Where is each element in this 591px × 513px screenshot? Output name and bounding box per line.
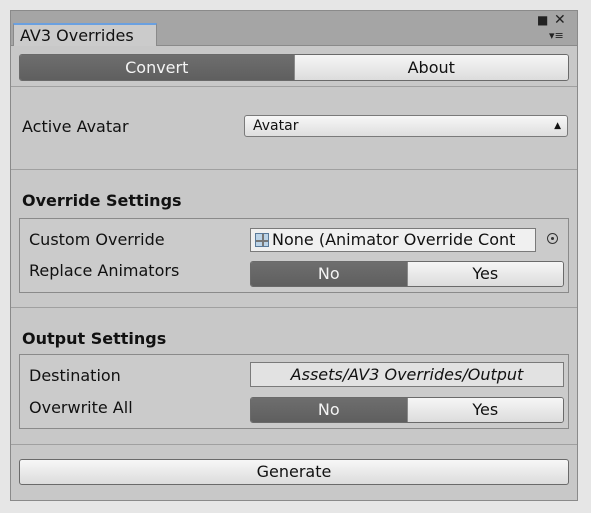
window-tab-label: AV3 Overrides [20,26,134,45]
animator-override-icon [255,233,269,247]
context-menu-icon[interactable]: ▾≡ [549,29,564,42]
generate-button[interactable]: Generate [19,459,569,485]
override-settings-header: Override Settings [22,191,182,210]
active-avatar-label: Active Avatar [22,117,129,136]
output-settings-header: Output Settings [22,329,167,348]
custom-override-field[interactable]: None (Animator Override Cont [250,228,536,252]
custom-override-label: Custom Override [29,230,165,249]
tab-about[interactable]: About [293,55,568,80]
tab-convert[interactable]: Convert [20,55,294,80]
window-titlebar: AV3 Overrides ■ ✕ ▾≡ [11,11,577,46]
overwrite-all-no[interactable]: No [251,398,407,422]
overwrite-all-label: Overwrite All [29,398,133,417]
overwrite-all-yes[interactable]: Yes [406,398,563,422]
divider [11,444,577,445]
active-avatar-dropdown[interactable]: Avatar ▲ [244,115,568,137]
window-tab[interactable]: AV3 Overrides [13,23,157,46]
divider [11,86,577,87]
divider [11,169,577,170]
av3-overrides-window: AV3 Overrides ■ ✕ ▾≡ Convert About Activ… [10,10,578,501]
replace-animators-no[interactable]: No [251,262,407,286]
replace-animators-label: Replace Animators [29,261,180,280]
replace-animators-toggle: No Yes [250,261,564,287]
object-picker-icon[interactable] [547,233,558,244]
main-tab-bar: Convert About [19,54,569,81]
close-icon[interactable]: ✕ [554,12,566,28]
overwrite-all-toggle: No Yes [250,397,564,423]
custom-override-value: None (Animator Override Cont [272,230,516,249]
active-avatar-value: Avatar [253,118,299,134]
divider [11,307,577,308]
destination-label: Destination [29,366,121,385]
replace-animators-yes[interactable]: Yes [406,262,563,286]
destination-field[interactable]: Assets/AV3 Overrides/Output [250,362,564,387]
destination-value: Assets/AV3 Overrides/Output [290,365,524,384]
dropdown-arrows-icon: ▲ [554,121,561,131]
maximize-icon[interactable]: ■ [537,13,548,27]
